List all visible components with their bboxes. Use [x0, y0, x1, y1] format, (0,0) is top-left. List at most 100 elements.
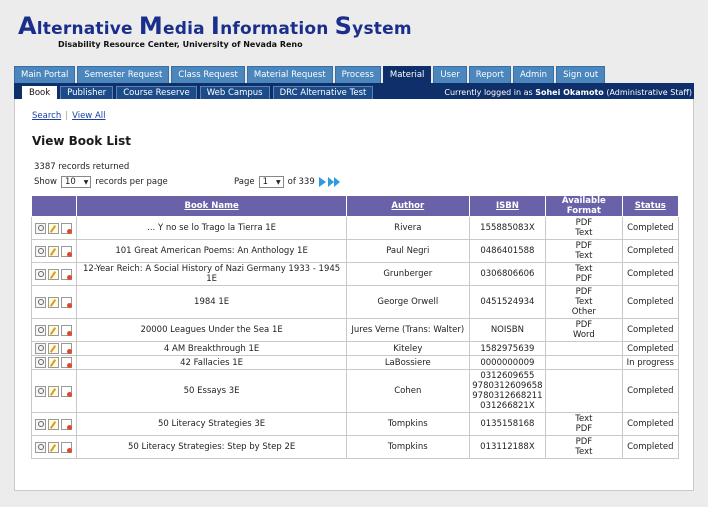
main-tab-class-request[interactable]: Class Request — [171, 66, 245, 83]
main-tab-user[interactable]: User — [433, 66, 467, 83]
sub-tab-course-reserve[interactable]: Course Reserve — [116, 86, 197, 99]
row-actions — [30, 369, 78, 413]
view-icon[interactable] — [35, 418, 46, 430]
format-cell: PDF Text Other — [545, 285, 623, 319]
column-header-author[interactable]: Author — [345, 195, 470, 217]
book-name-cell: 12-Year Reich: A Social History of Nazi … — [76, 262, 347, 286]
format-cell: PDF Text — [545, 216, 623, 240]
main-tab-main-portal[interactable]: Main Portal — [14, 66, 76, 83]
isbn-cell: NOISBN — [468, 318, 547, 342]
pager: Page 1 ▼ of 339 — [234, 176, 340, 188]
action-links: Search | View All — [32, 111, 106, 121]
author-cell: LaBossiere — [345, 355, 470, 370]
main-tab-semester-request[interactable]: Semester Request — [77, 66, 170, 83]
book-name-cell: 1984 1E — [76, 285, 347, 319]
delete-icon[interactable] — [61, 385, 72, 397]
table-row: 12-Year Reich: A Social History of Nazi … — [30, 262, 680, 286]
row-actions — [30, 216, 78, 240]
view-icon[interactable] — [35, 357, 46, 368]
edit-icon[interactable] — [48, 343, 59, 354]
status-cell: Completed — [621, 285, 680, 319]
last-page-icon[interactable] — [327, 177, 340, 187]
delete-icon[interactable] — [61, 441, 72, 453]
edit-icon[interactable] — [48, 268, 59, 280]
view-icon[interactable] — [35, 268, 46, 280]
delete-icon[interactable] — [61, 357, 72, 368]
format-value: Other — [571, 307, 596, 317]
login-role: (Administrative Staff) — [606, 88, 692, 97]
next-page-icon[interactable] — [318, 177, 326, 187]
main-tab-material-request[interactable]: Material Request — [246, 66, 333, 83]
delete-icon[interactable] — [61, 343, 72, 354]
format-value: Text — [575, 264, 593, 274]
format-value: PDF — [575, 320, 593, 330]
delete-icon[interactable] — [61, 296, 72, 308]
view-icon[interactable] — [35, 343, 46, 354]
status-cell: Completed — [621, 262, 680, 286]
row-actions — [30, 435, 78, 459]
content-panel: Search | View All View Book List 3387 reco… — [14, 99, 694, 491]
isbn-cell: 013112188X — [468, 435, 547, 459]
format-cell: PDF Text — [545, 435, 623, 459]
column-header-isbn[interactable]: ISBN — [468, 195, 547, 217]
view-icon[interactable] — [35, 385, 46, 397]
sub-tab-drc-alternative-test[interactable]: DRC Alternative Test — [272, 86, 374, 99]
search-link[interactable]: Search — [32, 111, 61, 121]
isbn-cell: 0451524934 — [468, 285, 547, 319]
sub-tab-web-campus[interactable]: Web Campus — [199, 86, 270, 99]
book-name-cell: ... Y no se lo Trago la Tierra 1E — [76, 216, 347, 240]
author-cell: Cohen — [345, 369, 470, 413]
main-tab-sign-out[interactable]: Sign out — [556, 66, 606, 83]
view-icon[interactable] — [35, 296, 46, 308]
main-tab-process[interactable]: Process — [334, 66, 381, 83]
main-tab-material[interactable]: Material — [382, 66, 432, 83]
edit-icon[interactable] — [48, 418, 59, 430]
column-header-status[interactable]: Status — [621, 195, 680, 217]
logo-capital: I — [210, 12, 221, 40]
delete-icon[interactable] — [61, 418, 72, 430]
sub-tab-book[interactable]: Book — [22, 86, 58, 99]
edit-icon[interactable] — [48, 296, 59, 308]
page-select[interactable]: 1 ▼ — [258, 176, 284, 188]
format-value: Word — [572, 330, 595, 340]
column-header-book-name[interactable]: Book Name — [76, 195, 347, 217]
page-of-label: of 339 — [287, 177, 315, 187]
edit-icon[interactable] — [48, 357, 59, 368]
link-divider: | — [65, 111, 69, 121]
edit-icon[interactable] — [48, 385, 59, 397]
per-page-select[interactable]: 10 ▼ — [60, 176, 92, 188]
edit-icon[interactable] — [48, 222, 59, 234]
logo-capital: S — [334, 12, 353, 40]
delete-icon[interactable] — [61, 268, 72, 280]
isbn-cell: 0135158168 — [468, 412, 547, 436]
isbn-value: 9780312668211 — [472, 391, 543, 401]
format-value: Text — [575, 447, 593, 457]
edit-icon[interactable] — [48, 324, 59, 336]
format-cell: Text PDF — [545, 412, 623, 436]
format-value: PDF — [575, 424, 593, 434]
view-icon[interactable] — [35, 441, 46, 453]
view-icon[interactable] — [35, 324, 46, 336]
view-icon[interactable] — [35, 222, 46, 234]
isbn-value: 155885083X — [480, 223, 535, 233]
delete-icon[interactable] — [61, 324, 72, 336]
edit-icon[interactable] — [48, 441, 59, 453]
edit-icon[interactable] — [48, 245, 59, 257]
format-cell: PDF Text — [545, 239, 623, 263]
view-all-link[interactable]: View All — [72, 111, 105, 121]
view-icon[interactable] — [35, 245, 46, 257]
status-cell: Completed — [621, 239, 680, 263]
status-cell: Completed — [621, 318, 680, 342]
main-tab-admin[interactable]: Admin — [512, 66, 555, 83]
delete-icon[interactable] — [61, 222, 72, 234]
per-page-control: Show 10 ▼ records per page — [34, 176, 168, 188]
row-actions — [30, 285, 78, 319]
main-tab-report[interactable]: Report — [468, 66, 511, 83]
delete-icon[interactable] — [61, 245, 72, 257]
isbn-value: 0451524934 — [480, 297, 535, 307]
show-label: Show — [34, 177, 57, 187]
format-cell — [545, 355, 623, 370]
sub-tab-publisher[interactable]: Publisher — [60, 86, 114, 99]
logo-capital: A — [18, 12, 37, 40]
book-name-cell: 4 AM Breakthrough 1E — [76, 341, 347, 356]
